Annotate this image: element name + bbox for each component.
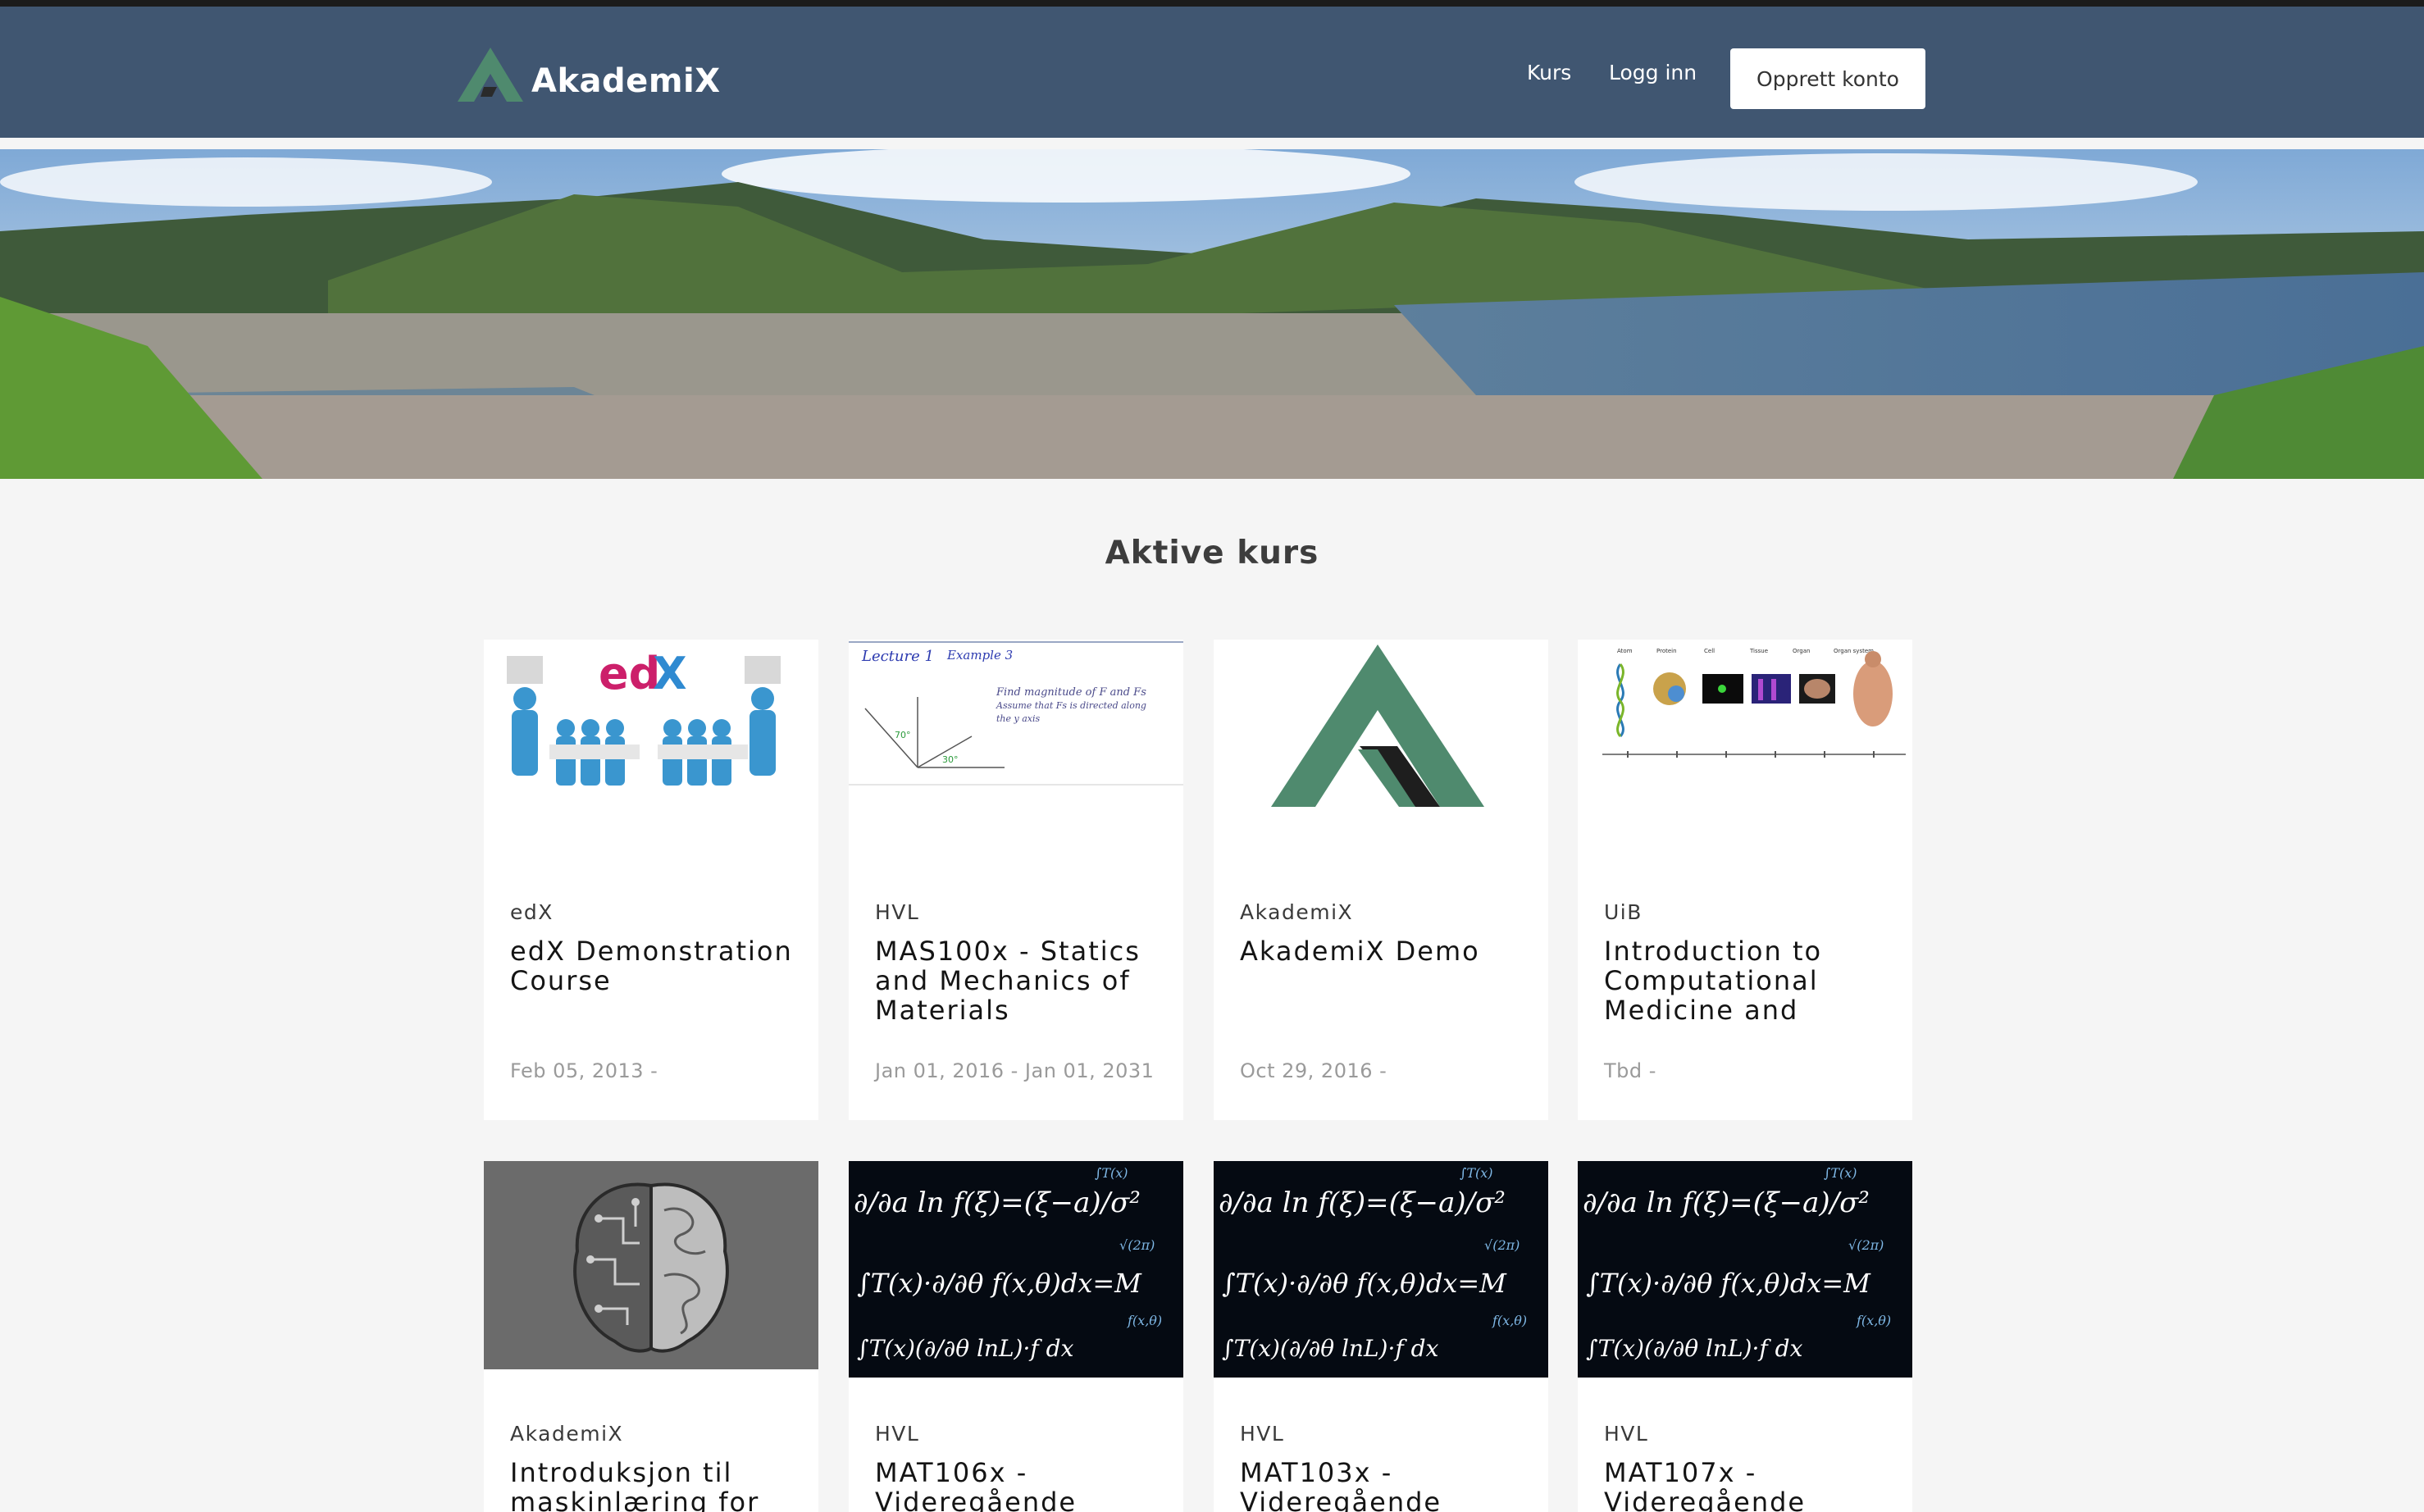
svg-text:30°: 30° xyxy=(942,754,959,765)
svg-text:∫T(x): ∫T(x) xyxy=(1095,1165,1128,1181)
course-card-maskinlaering[interactable]: AkademiX Introduksjon til maskinlæring f… xyxy=(484,1161,818,1512)
svg-text:∫T(x)·∂/∂θ f(x,θ)dx=M: ∫T(x)·∂/∂θ f(x,θ)dx=M xyxy=(857,1268,1142,1299)
course-card-edx-demo[interactable]: ed X edX edX Demonstration Course Feb 05… xyxy=(484,640,818,1120)
course-org: HVL xyxy=(1240,1422,1285,1446)
svg-text:Lecture 1: Lecture 1 xyxy=(861,648,934,665)
hero-banner-image xyxy=(0,149,2424,479)
svg-text:f(x,θ): f(x,θ) xyxy=(1127,1313,1162,1328)
course-title[interactable]: MAT106x - Videregående xyxy=(875,1458,1162,1512)
edx-puzzle-people-image: ed X xyxy=(484,640,818,861)
section-title-active-courses: Aktive kurs xyxy=(1105,535,1319,572)
course-title[interactable]: Introduksjon til maskinlæring for xyxy=(510,1458,797,1512)
svg-text:∫T(x)(∂/∂θ lnL)·f dx: ∫T(x)(∂/∂θ lnL)·f dx xyxy=(857,1335,1074,1362)
course-org: HVL xyxy=(1604,1422,1649,1446)
course-title[interactable]: edX Demonstration Course xyxy=(510,936,797,1025)
svg-text:the y axis: the y axis xyxy=(996,713,1041,724)
svg-text:∫T(x): ∫T(x) xyxy=(1824,1165,1857,1181)
course-org: AkademiX xyxy=(1240,900,1354,924)
svg-text:ed: ed xyxy=(599,648,660,699)
svg-text:Example 3: Example 3 xyxy=(946,648,1013,663)
math-formulas-image: ∂/∂a ln f(ξ)=(ξ−a)/σ² ∫T(x)·∂/∂θ f(x,θ)d… xyxy=(1214,1161,1548,1378)
lecture-notes-image: Lecture 1 Example 3 Find magnitude of F … xyxy=(849,640,1183,786)
course-title[interactable]: MAS100x - Statics and Mechanics of Mater… xyxy=(875,936,1162,1025)
svg-text:∂/∂a ln f(ξ)=(ξ−a)/σ²: ∂/∂a ln f(ξ)=(ξ−a)/σ² xyxy=(854,1186,1141,1219)
course-title[interactable]: Introduction to Computational Medicine a… xyxy=(1604,936,1891,1025)
svg-text:√(2π): √(2π) xyxy=(1484,1237,1520,1253)
course-card-computational-medicine[interactable]: Atom Protein Cell Tissue Organ Organ system … xyxy=(1578,640,1912,1120)
svg-text:∫T(x)·∂/∂θ f(x,θ)dx=M: ∫T(x)·∂/∂θ f(x,θ)dx=M xyxy=(1586,1268,1871,1299)
svg-text:∫T(x)(∂/∂θ lnL)·f dx: ∫T(x)(∂/∂θ lnL)·f dx xyxy=(1222,1335,1439,1362)
svg-text:∫T(x)·∂/∂θ f(x,θ)dx=M: ∫T(x)·∂/∂θ f(x,θ)dx=M xyxy=(1222,1268,1507,1299)
site-header: AkademiX Kurs Logg inn Opprett konto xyxy=(0,7,2424,138)
course-card-mat103x[interactable]: ∂/∂a ln f(ξ)=(ξ−a)/σ² ∫T(x)·∂/∂θ f(x,θ)d… xyxy=(1214,1161,1548,1512)
nav-courses-link[interactable]: Kurs xyxy=(1527,61,1571,84)
course-card-mas100x[interactable]: Lecture 1 Example 3 Find magnitude of F … xyxy=(849,640,1183,1120)
course-card-mat107x[interactable]: ∂/∂a ln f(ξ)=(ξ−a)/σ² ∫T(x)·∂/∂θ f(x,θ)d… xyxy=(1578,1161,1912,1512)
brain-circuit-image xyxy=(484,1161,818,1369)
svg-text:Cell: Cell xyxy=(1704,648,1715,654)
svg-text:Organ: Organ xyxy=(1793,648,1810,654)
svg-text:Find magnitude of F and Fs: Find magnitude of F and Fs xyxy=(996,686,1146,699)
svg-text:f(x,θ): f(x,θ) xyxy=(1856,1313,1891,1328)
signup-button[interactable]: Opprett konto xyxy=(1730,48,1925,109)
svg-text:Protein: Protein xyxy=(1656,648,1677,654)
course-title[interactable]: MAT107x - Videregående xyxy=(1604,1458,1891,1512)
logo-text: AkademiX xyxy=(531,62,721,100)
svg-text:∫T(x)(∂/∂θ lnL)·f dx: ∫T(x)(∂/∂θ lnL)·f dx xyxy=(1586,1335,1803,1362)
top-border xyxy=(0,0,2424,7)
nav-login-link[interactable]: Logg inn xyxy=(1609,61,1697,84)
svg-text:70°: 70° xyxy=(895,730,911,740)
math-formulas-image: ∂/∂a ln f(ξ)=(ξ−a)/σ² ∫T(x)·∂/∂θ f(x,θ)d… xyxy=(1578,1161,1912,1378)
course-title[interactable]: AkademiX Demo xyxy=(1240,936,1527,1025)
course-card-mat106x[interactable]: ∂/∂a ln f(ξ)=(ξ−a)/σ² ∫T(x)·∂/∂θ f(x,θ)d… xyxy=(849,1161,1183,1512)
svg-text:Tissue: Tissue xyxy=(1749,648,1768,654)
svg-text:∂/∂a ln f(ξ)=(ξ−a)/σ²: ∂/∂a ln f(ξ)=(ξ−a)/σ² xyxy=(1219,1186,1506,1219)
course-org: edX xyxy=(510,900,554,924)
svg-text:√(2π): √(2π) xyxy=(1119,1237,1155,1253)
math-formulas-image: ∂/∂a ln f(ξ)=(ξ−a)/σ² ∫T(x)·∂/∂θ f(x,θ)d… xyxy=(849,1161,1183,1378)
course-title[interactable]: MAT103x - Videregående xyxy=(1240,1458,1527,1512)
svg-text:Atom: Atom xyxy=(1617,648,1633,654)
akademix-logo-icon xyxy=(458,48,523,102)
course-org: UiB xyxy=(1604,900,1643,924)
svg-text:∂/∂a ln f(ξ)=(ξ−a)/σ²: ∂/∂a ln f(ξ)=(ξ−a)/σ² xyxy=(1583,1186,1870,1219)
site-logo[interactable]: AkademiX xyxy=(453,43,721,108)
course-card-akademix-demo[interactable]: AkademiX AkademiX Demo Oct 29, 2016 - xyxy=(1214,640,1548,1120)
course-date: Jan 01, 2016 - Jan 01, 2031 xyxy=(875,1059,1155,1082)
svg-text:X: X xyxy=(653,648,687,699)
course-org: AkademiX xyxy=(510,1422,624,1446)
svg-text:f(x,θ): f(x,θ) xyxy=(1492,1313,1527,1328)
svg-text:∫T(x): ∫T(x) xyxy=(1460,1165,1493,1181)
svg-text:√(2π): √(2π) xyxy=(1848,1237,1884,1253)
akademix-logo-image xyxy=(1214,640,1548,861)
course-date: Oct 29, 2016 - xyxy=(1240,1059,1387,1082)
computational-medicine-diagram-image: Atom Protein Cell Tissue Organ Organ system xyxy=(1578,640,1912,861)
course-date: Feb 05, 2013 - xyxy=(510,1059,658,1082)
course-org: HVL xyxy=(875,1422,920,1446)
course-date: Tbd - xyxy=(1604,1059,1656,1082)
course-org: HVL xyxy=(875,900,920,924)
svg-text:Assume that Fs is directed alo: Assume that Fs is directed along xyxy=(996,700,1146,711)
